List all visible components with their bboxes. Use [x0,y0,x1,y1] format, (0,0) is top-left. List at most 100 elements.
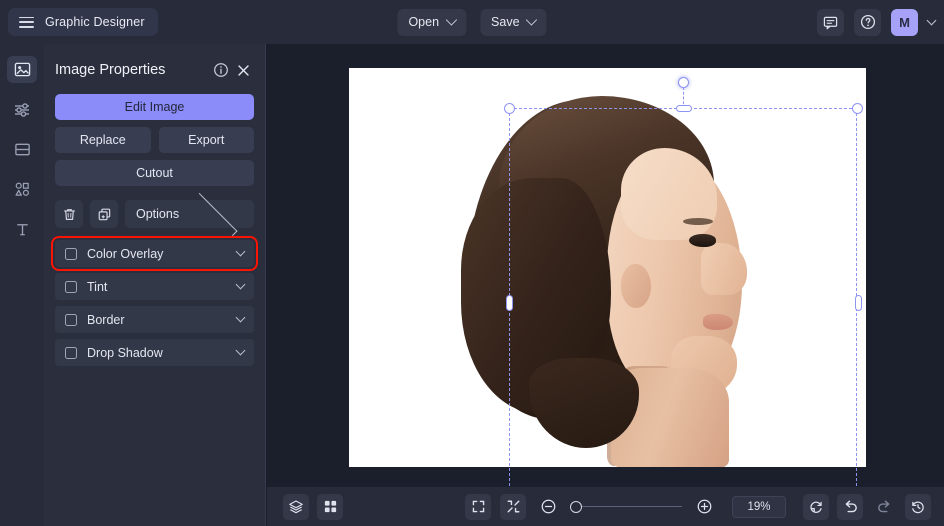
hamburger-icon[interactable] [19,17,34,28]
open-button[interactable]: Open [397,9,466,36]
chevron-down-icon[interactable] [236,280,246,290]
help-button[interactable] [854,9,881,36]
sidebar-item-layout[interactable] [7,136,37,163]
options-label: Options [136,207,189,221]
page-title: Image Properties [55,62,210,78]
open-button-label: Open [408,15,439,29]
zoom-out-button[interactable] [535,494,561,520]
top-bar: Graphic Designer Open Save [0,0,944,44]
duplicate-button[interactable] [90,200,118,228]
zoom-slider-thumb[interactable] [570,501,582,513]
zoom-controls: 19% [465,494,786,520]
app-title-pill[interactable]: Graphic Designer [8,8,158,36]
history-controls [803,494,931,520]
border-checkbox[interactable] [65,314,77,326]
image-detail [701,243,747,295]
comment-button[interactable] [817,9,844,36]
zoom-in-button[interactable] [691,494,717,520]
zoom-level-input[interactable]: 19% [732,496,786,518]
zoom-slider[interactable] [570,500,682,514]
replace-button[interactable]: Replace [55,127,151,153]
object-actions-row: Options [55,200,254,228]
reset-button[interactable] [803,494,829,520]
image-detail [703,314,733,330]
effect-label: Drop Shadow [87,346,237,360]
layers-button[interactable] [283,494,309,520]
effects-list: Color Overlay Tint Border Drop Shadow [55,240,254,366]
bottom-bar: 19% [267,487,944,526]
image-icon [14,61,31,78]
info-circle-icon [213,62,229,78]
edit-image-button[interactable]: Edit Image [55,94,254,120]
effect-row-tint[interactable]: Tint [55,273,254,300]
top-bar-right-actions: M [817,9,935,36]
effect-label: Color Overlay [87,247,237,261]
layout-icon [14,141,31,158]
chevron-down-icon[interactable] [927,15,937,25]
selected-image-object[interactable] [349,68,866,467]
bottom-bar-left [283,494,343,520]
undo-arrow-icon [842,498,859,515]
effect-row-color-overlay[interactable]: Color Overlay [55,240,254,267]
image-detail [689,234,716,247]
effect-label: Border [87,313,237,327]
grid-view-button[interactable] [317,494,343,520]
drop-shadow-checkbox[interactable] [65,347,77,359]
chevron-down-icon [445,14,456,25]
panel-info-button[interactable] [210,59,232,81]
sidebar-item-image[interactable] [7,56,37,83]
chevron-down-icon[interactable] [236,313,246,323]
sidebar-item-adjustments[interactable] [7,96,37,123]
comment-icon [823,15,838,30]
cutout-button[interactable]: Cutout [55,160,254,186]
sliders-icon [13,101,31,119]
chevron-down-icon[interactable] [236,346,246,356]
undo-button[interactable] [837,494,863,520]
left-tool-rail [0,44,44,526]
zoom-plus-icon [696,498,713,515]
close-x-icon [236,63,251,78]
redo-arrow-icon [876,498,893,515]
canvas-area[interactable] [267,44,944,487]
save-button[interactable]: Save [480,9,547,36]
image-detail [683,218,713,225]
panel-header: Image Properties [55,50,254,90]
user-avatar[interactable]: M [891,9,918,36]
text-t-icon [14,221,31,238]
chevron-right-icon [194,192,237,235]
app-root: Graphic Designer Open Save [0,0,944,526]
chevron-down-icon [526,14,537,25]
sidebar-item-text[interactable] [7,216,37,243]
delete-button[interactable] [55,200,83,228]
save-button-label: Save [491,15,520,29]
panel-close-button[interactable] [232,59,254,81]
layers-icon [288,499,304,515]
zoom-minus-icon [540,498,557,515]
shapes-icon [14,181,31,198]
artboard[interactable] [349,68,866,467]
history-button[interactable] [905,494,931,520]
app-title: Graphic Designer [45,15,145,29]
replace-export-row: Replace Export [55,127,254,153]
redo-button[interactable] [871,494,897,520]
chevron-down-icon[interactable] [236,247,246,257]
effect-row-drop-shadow[interactable]: Drop Shadow [55,339,254,366]
duplicate-icon [97,207,112,222]
cutout-row: Cutout [55,160,254,186]
sidebar-item-shapes[interactable] [7,176,37,203]
top-bar-center-actions: Open Save [397,9,546,36]
export-button[interactable]: Export [159,127,255,153]
options-menu-button[interactable]: Options [125,200,254,228]
reset-rotate-icon [808,499,824,515]
fit-to-screen-button[interactable] [465,494,491,520]
color-overlay-checkbox[interactable] [65,248,77,260]
trash-icon [62,207,77,222]
tint-checkbox[interactable] [65,281,77,293]
grid-icon [323,499,338,514]
image-detail [621,264,651,308]
zoom-slider-track [570,506,682,508]
effect-row-border[interactable]: Border [55,306,254,333]
collapse-arrows-icon [506,499,521,514]
effect-label: Tint [87,280,237,294]
collapse-view-button[interactable] [500,494,526,520]
